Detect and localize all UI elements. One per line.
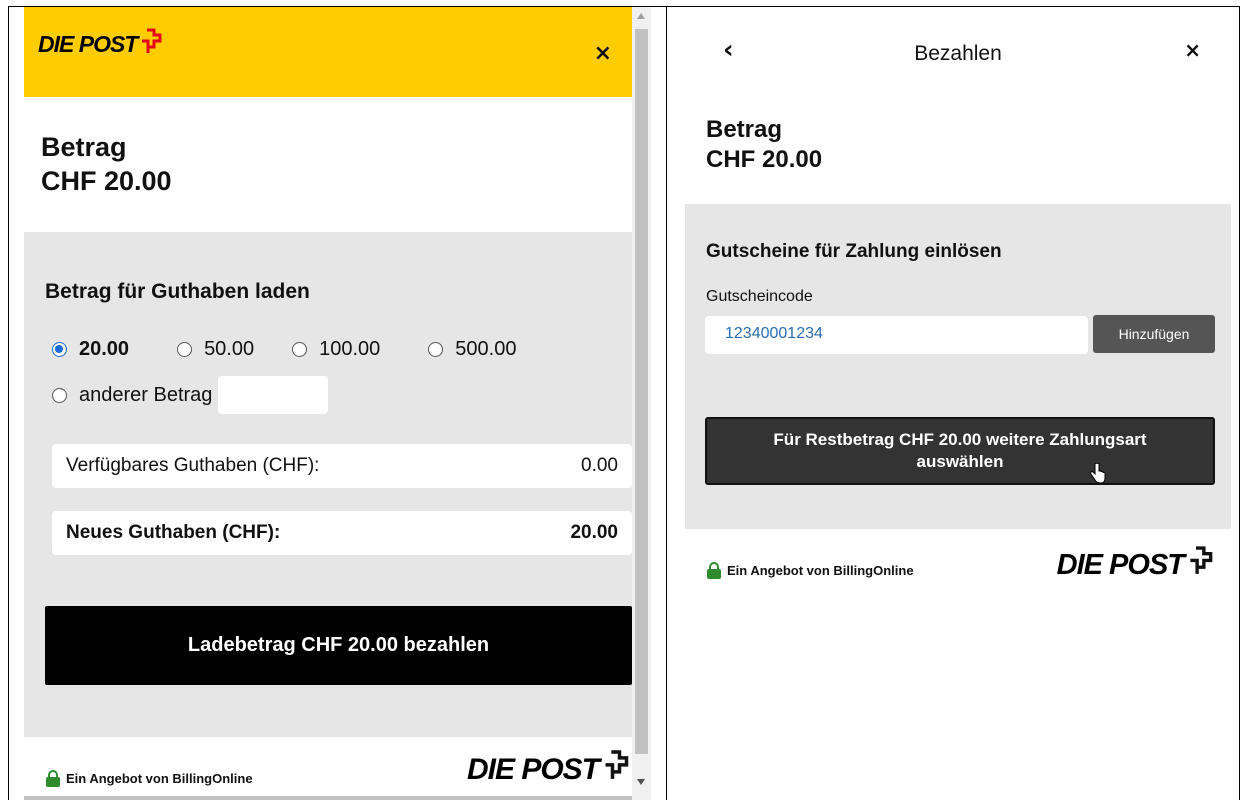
close-icon[interactable]: ×	[1184, 38, 1201, 62]
pay-button[interactable]: Ladebetrag CHF 20.00 bezahlen	[45, 606, 632, 685]
post-logo-text: DIE POST	[1056, 549, 1185, 581]
radio-checked-icon[interactable]	[52, 342, 67, 357]
new-balance-row: Neues Guthaben (CHF): 20.00	[52, 511, 632, 555]
close-icon[interactable]: ×	[594, 41, 612, 66]
post-logo-text: DIE POST	[38, 31, 138, 57]
offer-text: Ein Angebot von BillingOnline	[727, 563, 914, 578]
scrollbar-thumb[interactable]	[635, 29, 648, 754]
lock-icon	[707, 562, 721, 579]
other-amount-input[interactable]	[218, 376, 329, 414]
amount-value: CHF 20.00	[41, 166, 172, 196]
hand-pointer-icon	[1090, 463, 1106, 484]
scroll-up-arrow-icon[interactable]	[637, 13, 645, 19]
amount-option-label: 20.00	[79, 338, 130, 360]
scroll-down-arrow-icon[interactable]	[637, 779, 645, 785]
amount-option-label: 50.00	[204, 338, 255, 360]
post-logo-footer: DIE POST	[466, 750, 630, 787]
divider-left	[8, 6, 9, 800]
screenshot-frame: DIE POST × Betrag CHF 20.00 Betrag für G…	[0, 0, 1241, 800]
amount-option-label: 100.00	[319, 338, 381, 360]
voucher-code-input[interactable]: 12340001234	[705, 316, 1088, 354]
offer-text: Ein Angebot von BillingOnline	[66, 771, 253, 786]
choose-payment-method-button[interactable]: Für Restbetrag CHF 20.00 weitere Zahlung…	[705, 417, 1215, 485]
divider-middle	[666, 6, 667, 800]
divider-right	[1239, 6, 1240, 800]
topup-form: Betrag für Guthaben laden 20.00 50.00 10…	[24, 232, 632, 737]
other-amount-row: anderer Betrag	[52, 376, 329, 414]
amount-option-500[interactable]: 500.00	[428, 338, 516, 361]
voucher-code-value: 12340001234	[725, 325, 823, 342]
new-balance-label: Neues Guthaben (CHF):	[66, 522, 281, 543]
radio-icon[interactable]	[177, 342, 193, 357]
add-voucher-button[interactable]: Hinzufügen	[1093, 315, 1215, 353]
other-amount-label: anderer Betrag	[79, 383, 213, 406]
amount-summary: Betrag CHF 20.00	[41, 130, 172, 198]
amount-option-50[interactable]: 50.00	[177, 338, 254, 361]
lock-icon	[46, 770, 60, 787]
new-balance-value: 20.00	[570, 522, 618, 543]
radio-icon[interactable]	[292, 342, 308, 357]
amount-option-label: 500.00	[455, 338, 517, 360]
amount-value: CHF 20.00	[706, 146, 823, 173]
amount-option-100[interactable]: 100.00	[292, 338, 380, 361]
post-cross-icon	[605, 750, 629, 779]
vertical-scrollbar[interactable]	[632, 7, 651, 800]
amount-option-other[interactable]: anderer Betrag	[52, 384, 212, 407]
post-logo-text: DIE POST	[466, 753, 600, 786]
voucher-code-label: Gutscheincode	[706, 288, 813, 305]
post-cross-icon	[1190, 546, 1213, 574]
horizontal-scrollbar[interactable]	[24, 796, 632, 800]
amount-label: Betrag	[706, 116, 783, 143]
amount-options: 20.00 50.00 100.00 500.00	[52, 338, 516, 361]
payment-panel: ‹ Bezahlen × Betrag CHF 20.00 Gutscheine…	[685, 7, 1231, 800]
panel-header: DIE POST ×	[24, 7, 632, 97]
radio-icon[interactable]	[52, 387, 67, 403]
available-balance-row: Verfügbares Guthaben (CHF): 0.00	[52, 444, 632, 488]
amount-option-20[interactable]: 20.00	[52, 338, 129, 361]
offer-note: Ein Angebot von BillingOnline	[46, 770, 253, 787]
voucher-form: Gutscheine für Zahlung einlösen Gutschei…	[685, 204, 1231, 529]
section-title: Betrag für Guthaben laden	[45, 280, 310, 303]
offer-note: Ein Angebot von BillingOnline	[707, 562, 914, 579]
radio-icon[interactable]	[428, 342, 444, 357]
available-balance-label: Verfügbares Guthaben (CHF):	[66, 455, 320, 476]
post-logo-footer: DIE POST	[1056, 546, 1214, 582]
panel-footer: Ein Angebot von BillingOnline DIE POST	[24, 737, 632, 800]
available-balance-value: 0.00	[581, 455, 618, 476]
amount-label: Betrag	[41, 132, 127, 162]
amount-summary: Betrag CHF 20.00	[706, 115, 822, 175]
topup-panel: DIE POST × Betrag CHF 20.00 Betrag für G…	[24, 7, 632, 800]
page-title: Bezahlen	[914, 42, 1002, 65]
post-logo: DIE POST	[38, 28, 163, 58]
voucher-title: Gutscheine für Zahlung einlösen	[706, 241, 1002, 262]
post-cross-icon	[142, 28, 162, 53]
